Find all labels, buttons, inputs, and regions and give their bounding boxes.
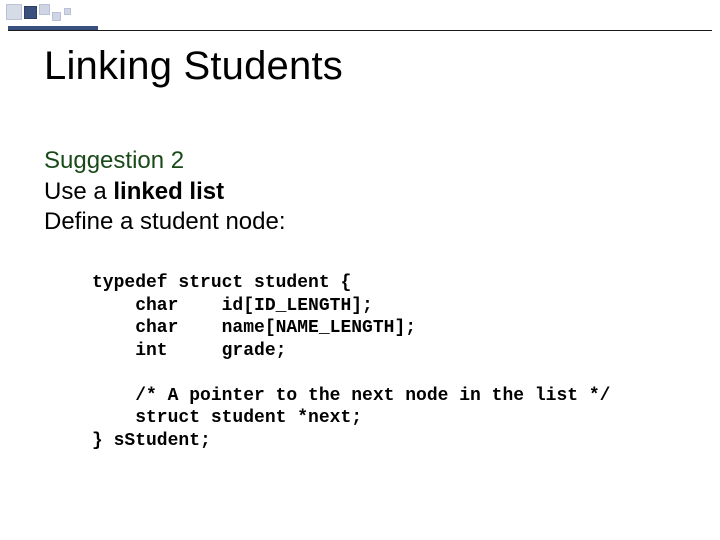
code-block: typedef struct student { char id[ID_LENG… [92, 272, 610, 452]
corner-decoration [6, 4, 84, 24]
deco-square-icon [24, 6, 37, 19]
code-line: char name[NAME_LENGTH]; [92, 318, 416, 338]
text-fragment: Use a [44, 178, 113, 205]
code-line: typedef struct student { [92, 273, 351, 293]
text-bold: linked list [113, 178, 224, 205]
deco-square-icon [39, 4, 50, 15]
body-line: Define a student node: [44, 207, 286, 238]
code-line: /* A pointer to the next node in the lis… [92, 386, 610, 406]
body-text: Suggestion 2 Use a linked list Define a … [44, 146, 286, 238]
suggestion-heading: Suggestion 2 [44, 146, 286, 177]
deco-square-icon [6, 4, 22, 20]
top-rule [8, 26, 712, 31]
code-line: char id[ID_LENGTH]; [92, 296, 373, 316]
code-line: int grade; [92, 341, 286, 361]
deco-square-icon [64, 8, 71, 15]
slide-title: Linking Students [44, 44, 343, 89]
code-line: struct student *next; [92, 408, 362, 428]
deco-square-icon [52, 12, 61, 21]
code-line: } sStudent; [92, 431, 211, 451]
body-line: Use a linked list [44, 177, 286, 208]
slide: Linking Students Suggestion 2 Use a link… [0, 0, 720, 540]
